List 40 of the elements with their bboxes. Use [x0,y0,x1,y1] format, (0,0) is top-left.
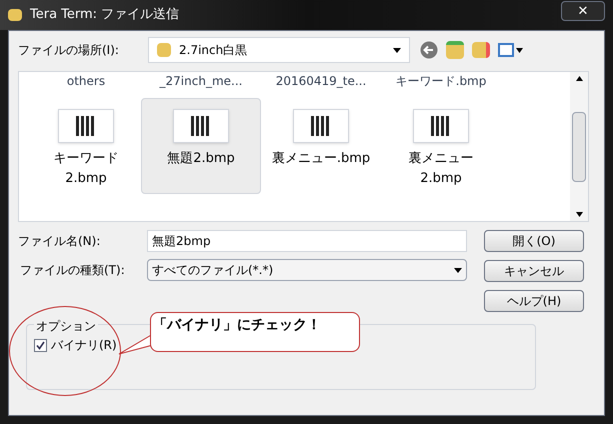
file-type-dropdown[interactable]: すべてのファイル(*.*) [147,259,467,281]
file-name-field[interactable]: 無題2bmp [147,230,467,252]
checkbox[interactable] [34,338,47,352]
back-icon[interactable] [420,41,438,59]
callout-text: 「バイナリ」にチェック！ [150,312,360,352]
image-thumbnail [58,109,114,143]
folder-icon [8,9,22,21]
file-name-text: 無題2.bmp [167,150,235,168]
dialog-button[interactable]: ヘルプ(H) [484,290,584,312]
file-item[interactable]: キーワード 2.bmp [31,98,141,194]
file-name-label: ファイル名(N): [18,233,102,250]
scrollbar[interactable] [570,72,588,221]
file-type-label: ファイルの種類(T): [19,262,126,279]
file-name-text: _27inch_me... [158,73,244,90]
location-label: ファイルの場所(I): [18,42,120,59]
window-title: Tera Term: ファイル送信 [30,6,180,24]
file-name-text: 20160419_te... [274,73,368,90]
scroll-up-arrow-icon[interactable] [576,76,582,81]
file-name-text: 裏メニュー 2.bmp [408,150,474,188]
folder-icon [157,43,171,57]
file-item[interactable]: 裏メニュー 2.bmp [381,98,501,194]
close-button[interactable]: ✕ [561,1,605,21]
file-name-text: キーワード.bmp [394,73,488,90]
file-name-text: others [66,73,106,90]
view-menu-icon[interactable] [498,42,524,58]
caret-icon [393,48,401,52]
image-thumbnail [173,109,229,143]
file-name-text: キーワード 2.bmp [54,150,118,188]
scroll-down-arrow-icon[interactable] [576,212,582,217]
file-item[interactable]: 裏メニュー.bmp [261,98,381,194]
file-name-text: 裏メニュー.bmp [272,150,370,168]
checkbox-label[interactable]: バイナリ(R) [51,336,117,354]
file-item[interactable]: 無題2.bmp [141,98,261,194]
image-thumbnail [293,109,349,143]
checkmark-icon [36,340,45,350]
dialog-button[interactable]: 開く(O) [484,230,584,252]
dialog-button[interactable]: キャンセル [484,260,584,282]
caret-icon [454,268,462,272]
image-thumbnail [413,109,469,143]
location-dropdown[interactable]: 2.7inch白黒 [148,37,410,63]
